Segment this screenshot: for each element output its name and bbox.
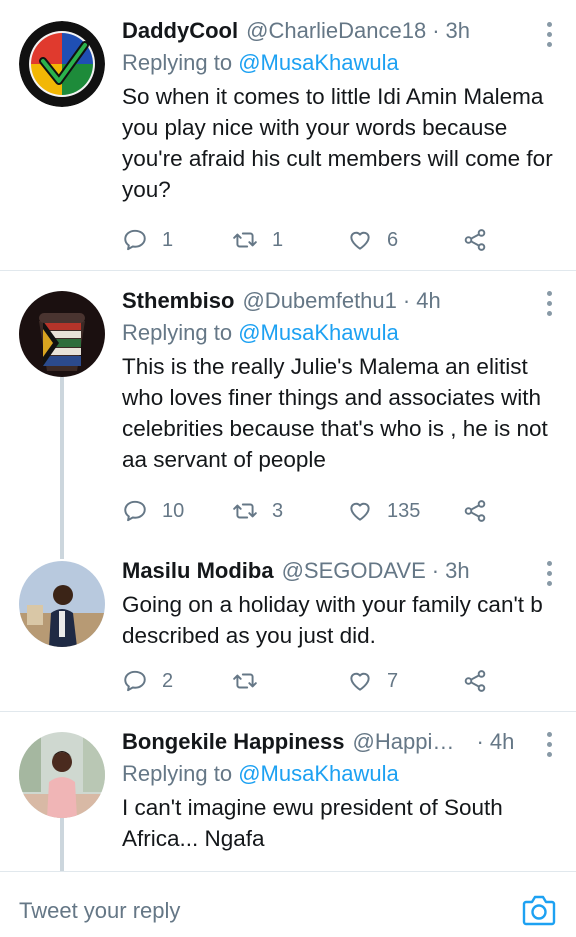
fist-flag-image [19, 291, 105, 377]
reply-icon [124, 229, 146, 251]
reply-bar: Tweet your reply [0, 871, 576, 937]
replying-to-label: Replying to [122, 320, 233, 345]
timestamp[interactable]: 3h [445, 556, 469, 586]
replying-to: Replying to @MusaKhawula [122, 759, 558, 789]
separator: · [476, 729, 484, 754]
retweet-icon [233, 503, 257, 519]
retweet-button[interactable] [232, 668, 272, 694]
retweet-button[interactable]: 3 [232, 498, 283, 524]
reply-count: 1 [162, 228, 174, 251]
camera-icon[interactable] [522, 894, 556, 926]
tweet-text: Going on a holiday with your family can'… [122, 592, 543, 648]
replying-to-label: Replying to [122, 50, 233, 75]
tweet[interactable]: DaddyCool @CharlieDance18 · 3h Replying … [0, 0, 576, 270]
replying-to-label: Replying to [122, 761, 233, 786]
like-icon [350, 231, 370, 250]
reply-button[interactable]: 1 [122, 227, 173, 253]
replying-to: Replying to @MusaKhawula [122, 318, 558, 348]
timestamp[interactable]: 3h [446, 16, 470, 46]
like-icon [350, 502, 370, 521]
tweet-text: This is the really Julie's Malema an eli… [122, 354, 548, 472]
tweet[interactable]: Bongekile Happiness @Happin... · 4h Repl… [0, 712, 576, 871]
share-icon [464, 229, 486, 251]
share-button[interactable] [462, 227, 488, 253]
avatar[interactable] [19, 561, 105, 647]
mention-link[interactable]: @MusaKhawula [238, 761, 399, 786]
user-handle[interactable]: @Dubemfethu1 [242, 286, 396, 316]
separator: · [402, 288, 411, 313]
avatar[interactable] [19, 291, 105, 377]
like-icon [350, 672, 370, 691]
retweet-count: 1 [272, 228, 284, 251]
profile-photo [19, 561, 105, 647]
tweet[interactable]: Sthembiso @Dubemfethu1 · 4h Replying to … [0, 271, 576, 541]
like-count: 135 [387, 499, 421, 522]
display-name[interactable]: DaddyCool [122, 16, 238, 46]
tweet-actions: 2 7 [122, 666, 502, 696]
proudly-sa-logo [19, 21, 105, 107]
thread-line [60, 541, 64, 559]
share-icon [464, 500, 486, 522]
timestamp[interactable]: 4h [416, 286, 440, 316]
tweet-text: So when it comes to little Idi Amin Male… [122, 84, 553, 202]
share-button[interactable] [462, 668, 488, 694]
reply-icon [124, 670, 146, 692]
tweet-actions: 10 3 135 [122, 496, 502, 526]
reply-count: 10 [162, 499, 185, 522]
like-button[interactable]: 135 [347, 498, 420, 524]
reply-input[interactable]: Tweet your reply [19, 898, 180, 924]
avatar[interactable] [19, 21, 105, 107]
user-handle[interactable]: @CharlieDance18 [246, 16, 426, 46]
display-name[interactable]: Masilu Modiba [122, 556, 274, 586]
reply-icon [124, 500, 146, 522]
tweet[interactable]: Masilu Modiba @SEGODAVE · 3h Going on a … [0, 541, 576, 711]
thread-line [60, 377, 64, 541]
mention-link[interactable]: @MusaKhawula [238, 50, 399, 75]
thread-line [60, 818, 64, 871]
separator: · [432, 18, 440, 43]
share-icon [464, 670, 486, 692]
retweet-count: 3 [272, 499, 284, 522]
display-name[interactable]: Bongekile Happiness [122, 727, 345, 757]
like-button[interactable]: 6 [347, 227, 398, 253]
avatar[interactable] [19, 732, 105, 818]
retweet-button[interactable]: 1 [232, 227, 283, 253]
reply-button[interactable]: 10 [122, 498, 184, 524]
replying-to: Replying to @MusaKhawula [122, 48, 558, 78]
mention-link[interactable]: @MusaKhawula [238, 320, 399, 345]
reply-count: 2 [162, 669, 174, 692]
separator: · [431, 558, 440, 583]
like-button[interactable]: 7 [347, 668, 398, 694]
tweet-actions: 1 1 6 [122, 225, 502, 255]
reply-button[interactable]: 2 [122, 668, 173, 694]
retweet-icon [233, 673, 257, 689]
retweet-icon [233, 232, 257, 248]
tweet-text: I can't imagine ewu president of South A… [122, 795, 503, 851]
display-name[interactable]: Sthembiso [122, 286, 234, 316]
like-count: 7 [387, 669, 399, 692]
profile-photo [19, 732, 105, 818]
user-handle[interactable]: @Happin... [353, 727, 463, 757]
timestamp[interactable]: 4h [490, 727, 514, 757]
user-handle[interactable]: @SEGODAVE [282, 556, 426, 586]
like-count: 6 [387, 228, 399, 251]
share-button[interactable] [462, 498, 488, 524]
